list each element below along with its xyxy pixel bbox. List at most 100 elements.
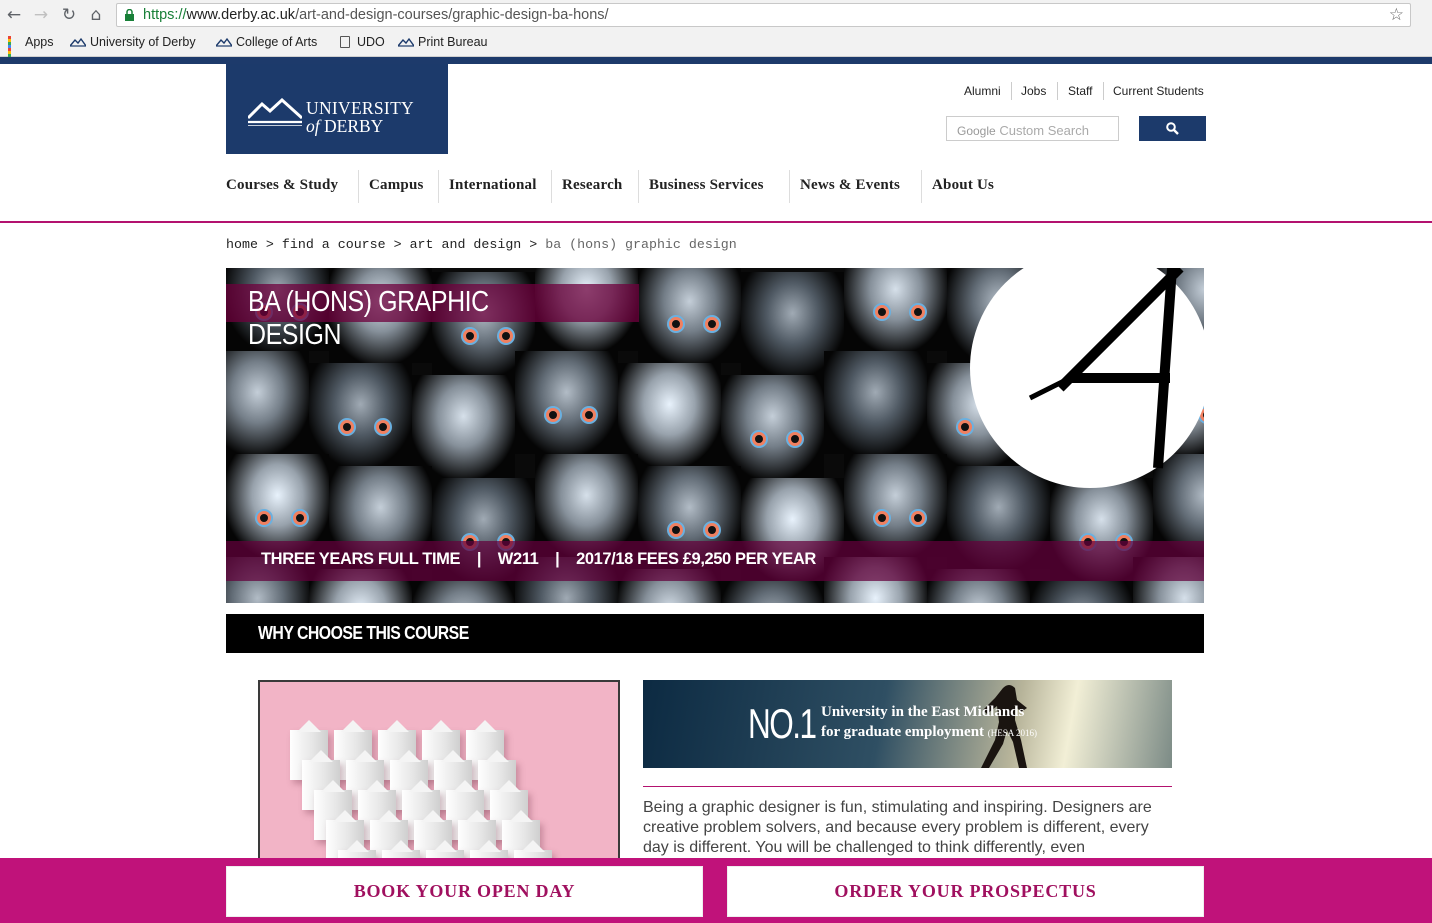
collage-eye [910,510,925,525]
bookmark-label: Print Bureau [418,35,488,49]
collage-eye [668,522,683,537]
banner-source: (HESA 2016) [987,728,1038,738]
graduate-employment-banner: NO.1 University in the East Midlands for… [643,680,1172,768]
forward-icon[interactable]: → [31,5,51,25]
collage-eye [256,510,271,525]
collage-eye [787,431,802,446]
nav-news-events[interactable]: News & Events [800,177,900,194]
collage-eye [751,431,766,446]
collage-tile [226,351,309,454]
bookmark-college-of-arts[interactable]: College of Arts [216,35,317,49]
nav-divider [638,170,639,203]
nav-campus[interactable]: Campus [369,177,424,194]
sticky-cta-bar [0,858,1432,923]
collage-eye [910,304,925,319]
breadcrumb: home > find a course > art and design > … [226,237,737,252]
bookmark-label: UDO [357,35,385,49]
nav-courses-study[interactable]: Courses & Study [226,177,338,194]
bookmark-star-icon[interactable]: ☆ [1389,5,1404,25]
breadcrumb-current: ba (hons) graphic design [545,237,737,252]
course-meta-text: THREE YEARS FULL TIME | W211 | 2017/18 F… [261,550,816,568]
breadcrumb-separator: > [265,237,274,252]
reload-icon[interactable]: ↻ [59,5,79,25]
content-divider [643,786,1172,787]
nav-research[interactable]: Research [562,177,622,194]
nav-about-us[interactable]: About Us [932,177,994,194]
nav-divider [789,170,790,203]
collage-tile [824,351,927,454]
utility-divider [1103,82,1104,100]
bookmark-udo[interactable]: UDO [340,35,385,49]
collage-eye [704,522,719,537]
derby-mountain-icon [216,37,232,47]
nav-business-services[interactable]: Business Services [649,177,764,194]
collage-eye [668,316,683,331]
utility-divider [1057,82,1058,100]
collage-tile [309,363,412,466]
nav-divider [358,170,359,203]
search-button[interactable] [1139,116,1206,141]
derby-mountain-icon [70,37,86,47]
utility-link-alumni[interactable]: Alumni [964,84,1001,98]
collage-eye [874,304,889,319]
home-icon[interactable]: ⌂ [86,5,106,25]
bookmark-label: College of Arts [236,35,318,49]
utility-link-staff[interactable]: Staff [1068,84,1092,98]
collage-tile [412,375,515,478]
nav-international[interactable]: International [449,177,537,194]
utility-divider [1011,82,1012,100]
university-logo[interactable]: UNIVERSITY of DERBY [226,64,448,154]
utility-link-jobs[interactable]: Jobs [1021,84,1046,98]
order-prospectus-button[interactable]: ORDER YOUR PROSPECTUS [727,866,1204,917]
bookmark-print-bureau[interactable]: Print Bureau [398,35,487,49]
breadcrumb-separator: > [393,237,402,252]
breadcrumb-find-a-course[interactable]: find a course [282,237,386,252]
google-watermark: Google [957,124,996,138]
bookmark-apps[interactable]: Apps [8,35,54,63]
bookmark-label: Apps [25,35,54,49]
browser-toolbar: ← → ↻ ⌂ https://www.derby.ac.uk/art-and-… [0,0,1432,30]
letter-a-graphic [970,268,1204,488]
collage-tile [721,375,824,478]
search-placeholder: Custom Search [999,123,1089,138]
banner-ranking: NO.1 [748,700,817,747]
nav-divider [921,170,922,203]
page-title: BA (HONS) GRAPHIC DESIGN [248,286,489,351]
nav-divider [438,170,439,203]
hero-title-panel: BA (HONS) GRAPHIC DESIGN [226,284,639,351]
breadcrumb-home[interactable]: home [226,237,258,252]
apps-grid-icon [8,35,21,63]
address-bar[interactable]: https://www.derby.ac.uk/art-and-design-c… [116,3,1411,27]
collage-eye [704,316,719,331]
bookmark-label: University of Derby [90,35,196,49]
banner-line2: for graduate employment (HESA 2016) [821,724,1038,740]
collage-tile [412,581,515,603]
header-divider [0,221,1432,223]
banner-line1: University in the East Midlands [821,704,1025,720]
page-icon [340,36,350,48]
site-search-input[interactable]: Google Custom Search [946,116,1119,141]
back-icon[interactable]: ← [4,5,24,25]
collage-tile [638,268,741,363]
breadcrumb-separator: > [529,237,538,252]
collage-eye [339,419,354,434]
bookmark-university-of-derby[interactable]: University of Derby [70,35,196,49]
breadcrumb-art-and-design[interactable]: art and design [410,237,522,252]
url-text: https://www.derby.ac.uk/art-and-design-c… [143,7,609,23]
utility-link-current-students[interactable]: Current Students [1113,84,1204,98]
derby-mountain-icon [398,37,414,47]
collage-tile [618,363,721,466]
book-open-day-button[interactable]: BOOK YOUR OPEN DAY [226,866,703,917]
collage-eye [375,419,390,434]
collage-eye [874,510,889,525]
collage-tile [515,351,618,454]
bookmarks-bar: Apps University of Derby College of Arts… [0,30,1432,63]
collage-eye [292,510,307,525]
lock-icon [125,9,134,21]
collage-tile [844,268,947,351]
collage-tile [721,581,824,603]
site-top-stripe [0,57,1432,64]
course-intro-paragraph: Being a graphic designer is fun, stimula… [643,799,1152,856]
derby-logo-icon [248,98,302,126]
course-meta-bar: THREE YEARS FULL TIME | W211 | 2017/18 F… [226,541,1204,581]
